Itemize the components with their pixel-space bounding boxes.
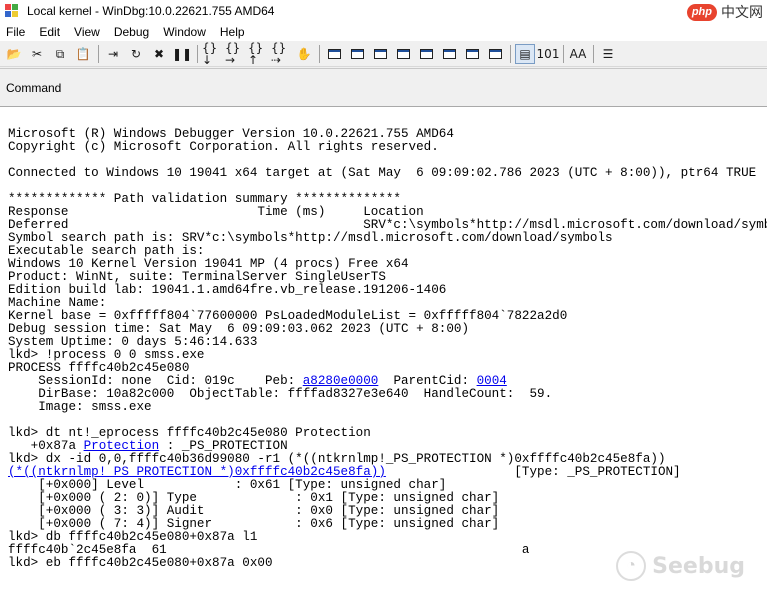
restart-button[interactable]: ↻ bbox=[126, 44, 146, 64]
console-text: : _PS_PROTECTION bbox=[159, 439, 288, 453]
disassembly-window-button[interactable] bbox=[462, 44, 482, 64]
hex-mode-icon: 101 bbox=[536, 46, 560, 61]
step-into-icon: {}↓ bbox=[202, 40, 218, 67]
watch-window-icon bbox=[350, 48, 364, 59]
title-bar: Local kernel - WinDbg:10.0.22621.755 AMD… bbox=[0, 0, 767, 22]
go-button[interactable]: ⇥ bbox=[103, 44, 123, 64]
break-icon: ❚❚ bbox=[171, 46, 193, 61]
dml-link[interactable]: 0004 bbox=[477, 374, 507, 388]
run-to-cursor-button[interactable]: {}⇢ bbox=[271, 40, 291, 67]
step-over-icon: {}→ bbox=[225, 40, 241, 67]
dml-link[interactable]: Protection bbox=[84, 439, 160, 453]
cut-icon: ✂ bbox=[31, 46, 43, 61]
step-into-button[interactable]: {}↓ bbox=[202, 40, 222, 67]
go-icon: ⇥ bbox=[107, 46, 119, 61]
window-title: Local kernel - WinDbg:10.0.22621.755 AMD… bbox=[27, 4, 275, 18]
menu-bar: File Edit View Debug Window Help bbox=[0, 22, 767, 41]
console-line: Copyright (c) Microsoft Corporation. All… bbox=[8, 140, 439, 154]
console-text: SessionId: none Cid: 019c Peb: bbox=[8, 374, 303, 388]
memory-window-icon bbox=[419, 48, 433, 59]
source-mode-button[interactable]: ▤ bbox=[515, 43, 535, 64]
php-watermark: php 中文网 bbox=[686, 2, 763, 22]
locals-window-icon bbox=[373, 48, 387, 59]
toolbar-separator bbox=[319, 44, 320, 63]
break-button[interactable]: ❚❚ bbox=[172, 44, 192, 64]
scratch-pad-button[interactable] bbox=[485, 44, 505, 64]
locals-window-button[interactable] bbox=[370, 44, 390, 64]
registers-window-button[interactable] bbox=[393, 44, 413, 64]
php-cn-text: 中文网 bbox=[721, 4, 763, 20]
run-to-cursor-icon: {}⇢ bbox=[271, 40, 287, 67]
seebug-logo-icon: ◔ bbox=[616, 551, 647, 581]
seebug-watermark: ◔ Seebug bbox=[616, 551, 745, 581]
registers-window-icon bbox=[396, 48, 410, 59]
menu-debug[interactable]: Debug bbox=[107, 25, 156, 39]
toolbar: 📂 ✂ ⧉ 📋 ⇥ ↻ ✖ ❚❚ {}↓ {}→ {}↑ {}⇢ ✋ ▤ 101 AA ☰ bbox=[0, 41, 767, 67]
memory-window-button[interactable] bbox=[416, 44, 436, 64]
command-output[interactable]: Microsoft (R) Windows Debugger Version 1… bbox=[0, 107, 767, 599]
menu-window[interactable]: Window bbox=[156, 25, 213, 39]
breakpoint-hand-icon: ✋ bbox=[296, 46, 312, 61]
toolbar-separator bbox=[593, 44, 594, 63]
command-pane-title: Command bbox=[6, 81, 62, 95]
console-line: Connected to Windows 10 19041 x64 target… bbox=[8, 166, 757, 180]
paste-icon: 📋 bbox=[75, 46, 91, 61]
paste-button[interactable]: 📋 bbox=[73, 44, 93, 64]
toolbar-separator bbox=[563, 44, 564, 63]
open-button[interactable]: 📂 bbox=[4, 44, 24, 64]
step-out-icon: {}↑ bbox=[248, 40, 264, 67]
php-badge: php bbox=[686, 3, 717, 21]
step-out-button[interactable]: {}↑ bbox=[248, 40, 268, 67]
menu-file[interactable]: File bbox=[0, 25, 32, 39]
command-pane-header: Command bbox=[0, 68, 767, 107]
copy-button[interactable]: ⧉ bbox=[50, 44, 70, 64]
scratch-pad-icon bbox=[488, 48, 502, 59]
toolbar-separator bbox=[98, 44, 99, 63]
watch-window-button[interactable] bbox=[347, 44, 367, 64]
command-window-button[interactable] bbox=[324, 44, 344, 64]
breakpoint-hand-button[interactable]: ✋ bbox=[294, 44, 314, 64]
command-output-text: Microsoft (R) Windows Debugger Version 1… bbox=[8, 115, 767, 570]
step-over-button[interactable]: {}→ bbox=[225, 40, 245, 67]
copy-icon: ⧉ bbox=[55, 46, 65, 61]
console-text: [Type: _PS_PROTECTION] bbox=[385, 465, 681, 479]
seebug-text: Seebug bbox=[652, 553, 745, 579]
dml-link[interactable]: (*((ntkrnlmp!_PS_PROTECTION *)0xffffc40b… bbox=[8, 465, 386, 479]
open-icon: 📂 bbox=[6, 46, 22, 61]
toolbar-separator bbox=[510, 44, 511, 63]
console-line: Image: smss.exe bbox=[8, 400, 152, 414]
restart-icon: ↻ bbox=[130, 46, 142, 61]
font-icon: AA bbox=[569, 46, 587, 61]
toolbar-separator bbox=[197, 44, 198, 63]
stop-debugging-button[interactable]: ✖ bbox=[149, 44, 169, 64]
disassembly-window-icon bbox=[465, 48, 479, 59]
font-button[interactable]: AA bbox=[568, 44, 588, 64]
options-icon: ☰ bbox=[602, 46, 614, 61]
menu-help[interactable]: Help bbox=[213, 25, 252, 39]
dml-link[interactable]: a8280e0000 bbox=[303, 374, 379, 388]
command-window-icon bbox=[327, 48, 341, 59]
console-line: Edition build lab: 19041.1.amd64fre.vb_r… bbox=[8, 283, 447, 297]
stop-debugging-icon: ✖ bbox=[153, 46, 165, 61]
console-text: +0x87a bbox=[8, 439, 84, 453]
call-stack-window-button[interactable] bbox=[439, 44, 459, 64]
source-mode-icon: ▤ bbox=[519, 46, 531, 61]
options-button[interactable]: ☰ bbox=[598, 44, 618, 64]
call-stack-window-icon bbox=[442, 48, 456, 59]
cut-button[interactable]: ✂ bbox=[27, 44, 47, 64]
console-text: ParentCid: bbox=[378, 374, 477, 388]
windbg-app-icon bbox=[5, 4, 19, 18]
menu-view[interactable]: View bbox=[67, 25, 107, 39]
menu-edit[interactable]: Edit bbox=[32, 25, 67, 39]
hex-mode-button[interactable]: 101 bbox=[536, 44, 560, 64]
